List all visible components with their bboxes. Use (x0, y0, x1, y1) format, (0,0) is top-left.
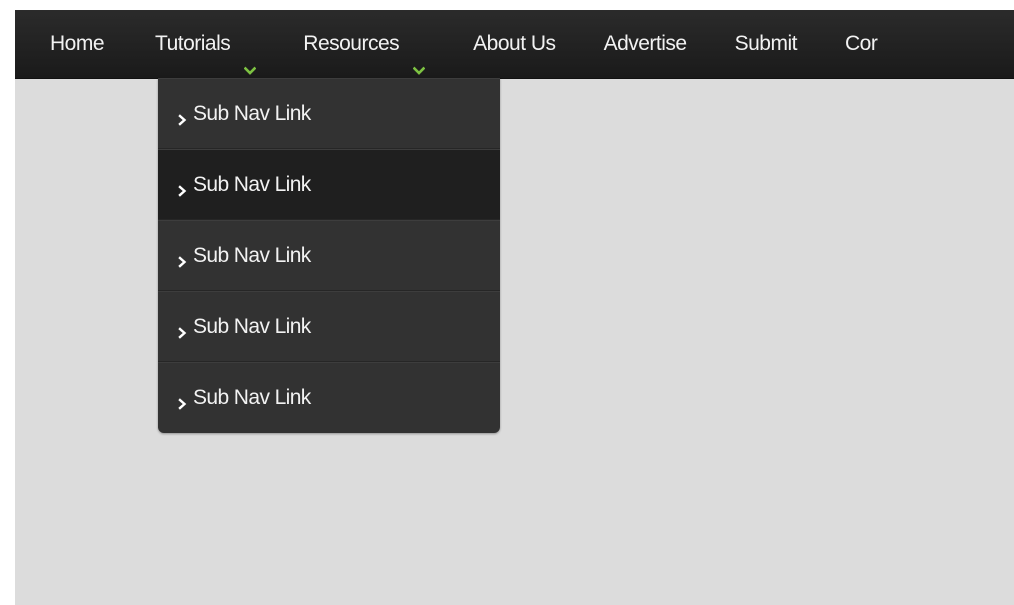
dropdown-item[interactable]: Sub Nav Link (158, 220, 500, 291)
nav-item-label: About Us (473, 32, 556, 55)
nav-item-tutorials[interactable]: Tutorials (155, 10, 257, 78)
dropdown-item[interactable]: Sub Nav Link (158, 78, 500, 149)
dropdown-item-label: Sub Nav Link (193, 101, 311, 125)
dropdown-item-label: Sub Nav Link (193, 172, 311, 196)
dropdown-item[interactable]: Sub Nav Link (158, 291, 500, 362)
dropdown-item-label: Sub Nav Link (193, 386, 311, 409)
nav-item-label: Cor (844, 32, 878, 55)
nav-item-resources[interactable]: Resources (303, 10, 426, 78)
page-frame: Home Tutorials Resources About Us Advert… (15, 10, 1014, 605)
nav-item-submit[interactable]: Submit (734, 10, 798, 78)
nav-item-label: Advertise (603, 32, 688, 55)
nav-list: Home Tutorials Resources About Us Advert… (15, 10, 1014, 78)
chevron-right-icon (178, 108, 187, 126)
dropdown-item-label: Sub Nav Link (193, 314, 311, 338)
dropdown-item[interactable]: Sub Nav Link (158, 362, 500, 433)
nav-item-advertise[interactable]: Advertise (603, 10, 688, 78)
chevron-down-icon (412, 38, 426, 75)
dropdown-item-label: Sub Nav Link (193, 243, 311, 267)
chevron-down-icon (243, 38, 257, 75)
tutorials-dropdown-menu: Sub Nav Link Sub Nav Link Sub Nav Link S… (158, 78, 500, 433)
nav-item-about-us[interactable]: About Us (473, 10, 556, 78)
nav-item-label: Tutorials (155, 32, 231, 55)
nav-item-home[interactable]: Home (50, 10, 105, 78)
chevron-right-icon (178, 179, 187, 197)
dropdown-item-hovered[interactable]: Sub Nav Link (158, 149, 500, 220)
nav-item-label: Submit (734, 32, 798, 55)
chevron-right-icon (178, 392, 187, 410)
chevron-right-icon (178, 250, 187, 268)
main-navbar: Home Tutorials Resources About Us Advert… (15, 10, 1014, 79)
nav-item-label: Home (50, 32, 105, 55)
chevron-right-icon (178, 321, 187, 339)
nav-item-label: Resources (303, 32, 400, 55)
nav-item-contact[interactable]: Cor (844, 10, 878, 78)
